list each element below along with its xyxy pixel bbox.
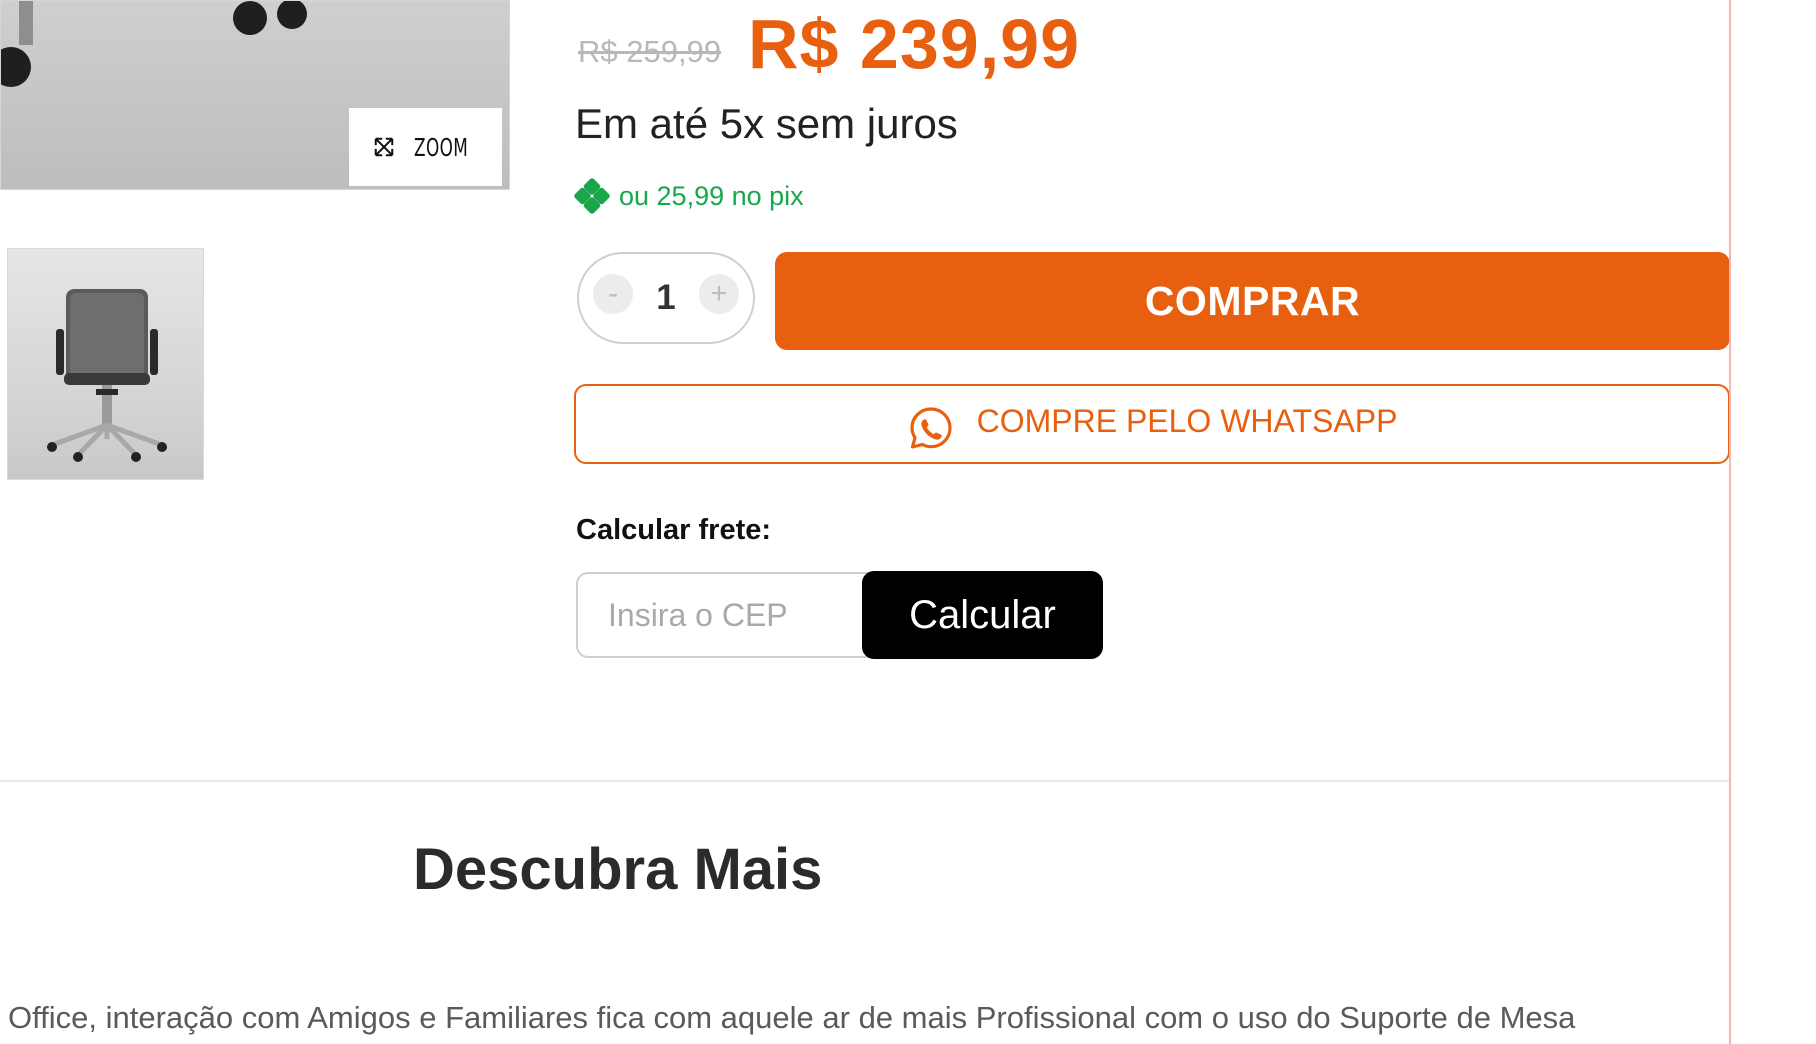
pix-price-row: ou 25,99 no pix [573,177,804,215]
chair-wheel [1,47,31,87]
whatsapp-buy-button[interactable]: COMPRE PELO WHATSAPP [574,384,1730,464]
section-divider [0,780,1730,782]
decrease-quantity-button[interactable]: - [593,274,633,314]
increase-quantity-button[interactable]: + [699,274,739,314]
buy-button[interactable]: COMPRAR [775,252,1730,350]
shipping-label: Calcular frete: [576,514,772,546]
current-price: R$ 239,99 [748,5,1081,83]
calculate-shipping-button[interactable]: Calcular [862,571,1103,659]
product-thumbnail[interactable] [7,248,204,480]
pix-icon [574,178,610,214]
installments-text: Em até 5x sem juros [575,100,958,147]
cep-input[interactable] [576,572,876,658]
whatsapp-button-label: COMPRE PELO WHATSAPP [976,402,1398,439]
zoom-label: ZOOM [414,132,469,162]
column-edge-line [1729,0,1731,1044]
quantity-stepper: - 1 + [577,252,755,344]
product-main-image[interactable]: ZOOM [0,0,510,190]
whatsapp-icon [909,407,952,449]
chair-caster [19,1,33,45]
quantity-value[interactable]: 1 [656,278,675,318]
pix-price-text: ou 25,99 no pix [619,180,804,211]
office-chair-image [47,289,167,462]
old-price: R$ 259,99 [578,34,722,69]
expand-arrows-icon [375,137,394,157]
section-description: Office, interação com Amigos e Familiare… [8,1000,1576,1035]
section-title: Descubra Mais [413,837,823,902]
chair-wheel [233,1,267,35]
zoom-button[interactable]: ZOOM [349,108,502,186]
chair-wheel [277,1,307,29]
